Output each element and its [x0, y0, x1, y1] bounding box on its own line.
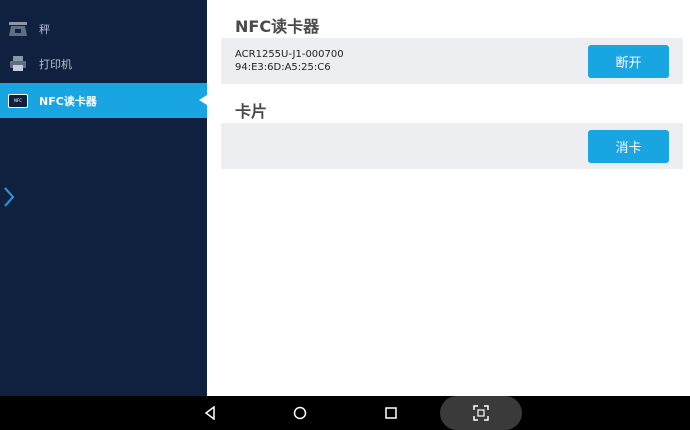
- sidebar-item-label: 打印机: [39, 57, 72, 71]
- sidebar-item-nfc-reader[interactable]: NFC NFC读卡器: [0, 83, 207, 118]
- device-address: 94:E3:6D:A5:25:C6: [235, 62, 331, 73]
- sidebar-item-label: NFC读卡器: [39, 94, 97, 108]
- card-panel: 消卡: [221, 123, 683, 169]
- disconnect-button[interactable]: 断开: [588, 45, 669, 78]
- device-info: ACR1255U-J1-000700 94:E3:6D:A5:25:C6: [235, 48, 344, 74]
- sidebar-item-label: 秤: [39, 22, 50, 36]
- sidebar-item-scale[interactable]: 秤: [0, 11, 207, 46]
- cancel-card-button[interactable]: 消卡: [588, 130, 669, 163]
- back-icon[interactable]: [200, 396, 220, 430]
- nfc-section-title: NFC读卡器: [235, 17, 320, 36]
- nfc-reader-icon: NFC: [8, 92, 28, 109]
- screenshot-icon[interactable]: [471, 396, 491, 430]
- main-content: NFC读卡器 ACR1255U-J1-000700 94:E3:6D:A5:25…: [207, 0, 690, 396]
- sidebar: 秤 打印机 NFC NFC读卡器: [0, 0, 207, 396]
- device-name: ACR1255U-J1-000700: [235, 49, 344, 60]
- nfc-badge-text: NFC: [8, 93, 28, 108]
- home-icon[interactable]: [290, 396, 310, 430]
- chevron-right-icon[interactable]: [2, 186, 16, 208]
- card-section-title: 卡片: [235, 102, 268, 121]
- printer-icon: [8, 55, 28, 72]
- scale-icon: [8, 20, 28, 37]
- nfc-device-panel: ACR1255U-J1-000700 94:E3:6D:A5:25:C6 断开: [221, 38, 683, 84]
- recents-icon[interactable]: [381, 396, 401, 430]
- system-navigation-bar: [0, 396, 690, 430]
- sidebar-item-printer[interactable]: 打印机: [0, 46, 207, 81]
